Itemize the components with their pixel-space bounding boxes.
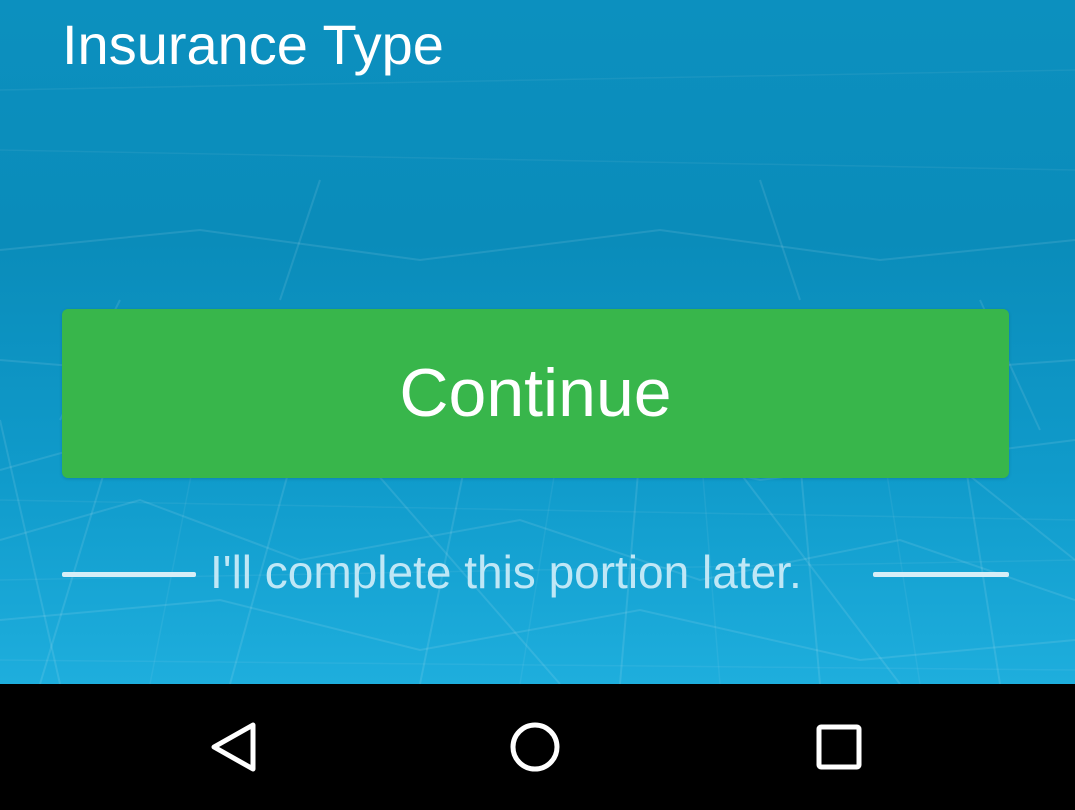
back-button[interactable]	[174, 684, 294, 810]
back-icon	[211, 722, 256, 772]
home-icon	[510, 722, 560, 772]
divider-line-right	[873, 572, 1009, 577]
recents-icon	[816, 724, 862, 770]
continue-button[interactable]: Continue	[62, 309, 1009, 478]
insurance-form-view: Insurance Type Continue I'll complete th…	[0, 0, 1075, 684]
system-navigation-bar	[0, 684, 1075, 810]
recents-button[interactable]	[779, 684, 899, 810]
insurance-type-label: Insurance Type	[62, 13, 444, 76]
home-button[interactable]	[475, 684, 595, 810]
screen: Insurance Type Continue I'll complete th…	[0, 0, 1075, 810]
divider-line-left	[62, 572, 196, 577]
complete-later-link[interactable]: I'll complete this portion later.	[210, 542, 860, 602]
